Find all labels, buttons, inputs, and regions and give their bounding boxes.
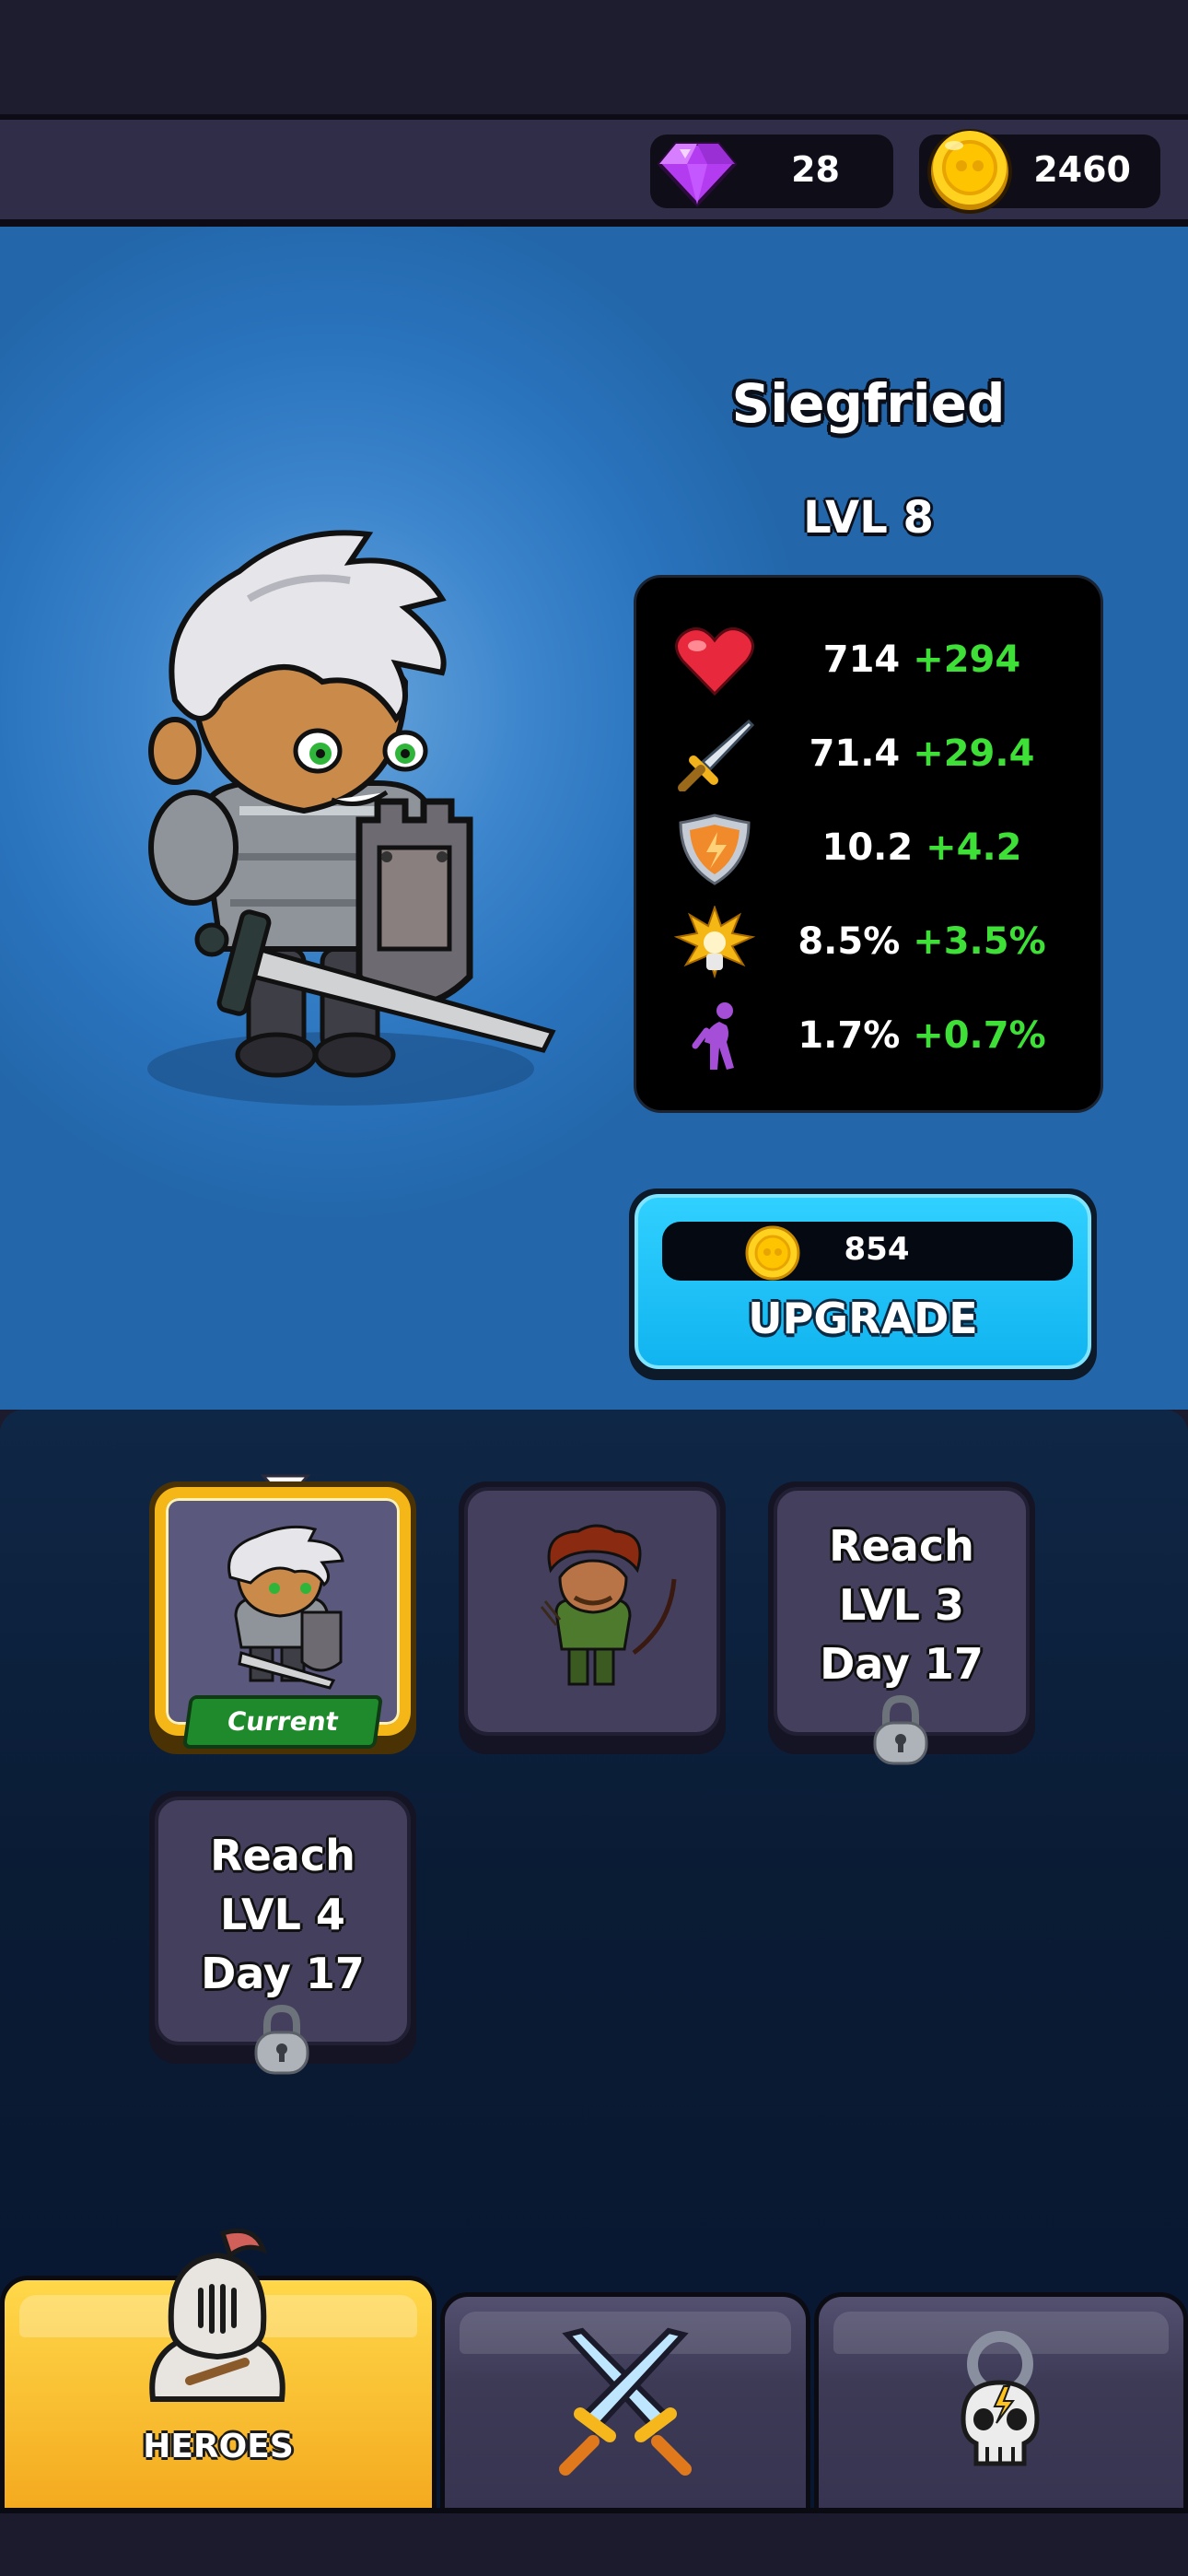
- hero-level: LVL 8: [803, 492, 934, 544]
- bottom-strip: [0, 2508, 1188, 2576]
- tab-heroes-label: HEROES: [143, 2428, 294, 2465]
- coin-icon: [745, 1225, 800, 1281]
- hero-thumbnail: [227, 1525, 344, 1690]
- crossed-swords-icon: [559, 2327, 692, 2476]
- stat-row-dodge: 1.7% +0.7%: [636, 994, 1106, 1077]
- current-badge: Current: [181, 1695, 384, 1749]
- skull-icon: [961, 2331, 1040, 2466]
- lock-icon: [254, 2004, 309, 2075]
- stat-bonus: +4.2: [926, 826, 1022, 869]
- stat-bonus: +0.7%: [913, 1014, 1046, 1057]
- upgrade-cost-value: 854: [844, 1231, 910, 1268]
- heart-icon: [675, 627, 754, 697]
- gem-icon: [657, 142, 738, 207]
- unlock-requirement: Reach LVL 3 Day 17: [820, 1521, 984, 1689]
- dodge-icon: [692, 1002, 734, 1070]
- stat-row-critical: 8.5% +3.5%: [636, 900, 1106, 983]
- stat-row-defense: 10.2 +4.2: [636, 806, 1106, 889]
- hero-card-locked-1[interactable]: Reach LVL 3 Day 17: [768, 1481, 1035, 1765]
- stat-row-health: 714 +294: [636, 618, 1106, 701]
- shield-icon: [679, 814, 751, 885]
- coins-value: 2460: [1033, 149, 1131, 190]
- status-bar-area: [0, 0, 1188, 118]
- hero-thumbnail: [540, 1524, 677, 1686]
- hero-card-archer[interactable]: [459, 1481, 726, 1754]
- hero-name: Siegfried: [731, 372, 1006, 435]
- sword-icon: [678, 719, 755, 791]
- stat-value: 71.4: [809, 732, 901, 775]
- stat-bonus: +294: [913, 638, 1021, 681]
- stat-value: 714: [822, 638, 901, 681]
- upgrade-button[interactable]: 854 UPGRADE: [629, 1188, 1097, 1380]
- hero-card-siegfried[interactable]: Current: [149, 1481, 416, 1754]
- upgrade-label: UPGRADE: [748, 1294, 978, 1343]
- lock-icon: [873, 1694, 928, 1765]
- unlock-requirement: Reach LVL 4 Day 17: [201, 1831, 365, 1998]
- hero-portrait: [147, 530, 556, 1106]
- stat-row-attack: 71.4 +29.4: [636, 712, 1106, 795]
- stat-value: 8.5%: [798, 920, 901, 963]
- coin-icon: [927, 129, 1012, 214]
- hero-card-locked-2[interactable]: Reach LVL 4 Day 17: [149, 1791, 416, 2075]
- stat-value: 10.2: [821, 826, 914, 869]
- stat-value: 1.7%: [798, 1014, 901, 1057]
- critical-hit-icon: [673, 906, 756, 979]
- stat-bonus: +29.4: [913, 732, 1035, 775]
- knight-helmet-icon: [149, 2228, 285, 2402]
- stat-bonus: +3.5%: [913, 920, 1046, 963]
- gems-value: 28: [791, 149, 840, 190]
- stats-panel: 714 +294 71.4 +29.4 10.2 +4.2 8.5% +3.5%: [634, 575, 1103, 1113]
- upgrade-cost: 854: [662, 1222, 1073, 1281]
